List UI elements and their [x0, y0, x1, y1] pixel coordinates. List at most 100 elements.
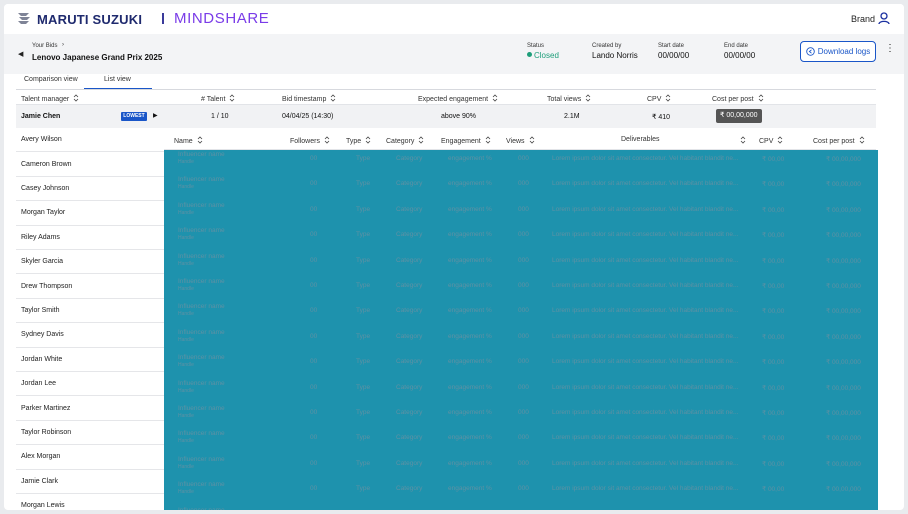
header-detail-cost-per-post[interactable]: Cost per post — [813, 136, 865, 145]
download-icon — [806, 47, 815, 56]
talent-manager-item[interactable]: Jordan Lee — [16, 372, 164, 397]
talent-manager-item[interactable]: Skyler Garcia — [16, 250, 164, 275]
header-category[interactable]: Category — [386, 136, 424, 145]
influencer-engagement: engagement % — [448, 434, 492, 442]
influencer-views: 000 — [518, 155, 529, 162]
influencer-row: Influencer nameHandle00TypeCategoryengag… — [164, 224, 878, 248]
sort-icon — [585, 94, 591, 102]
header-talent-count[interactable]: # Talent — [201, 94, 235, 103]
influencer-row: Influencer nameHandle00TypeCategoryengag… — [164, 173, 878, 197]
selected-talent-row[interactable]: Jamie Chen LOWEST ▶ 1 / 10 04/04/25 (14:… — [16, 105, 876, 128]
influencer-cpv: ₹ 00,00 — [762, 460, 785, 468]
influencer-handle: Handle — [178, 159, 194, 165]
influencer-followers: 00 — [310, 434, 318, 442]
influencer-cpv: ₹ 00,00 — [762, 283, 785, 290]
talent-manager-item[interactable]: Alex Morgan — [16, 445, 164, 470]
influencer-deliverables: Lorem ipsum dolor sit amet consectetur. … — [552, 256, 739, 264]
brand-menu-link[interactable]: Brand — [851, 14, 875, 24]
header-engagement[interactable]: Engagement — [441, 136, 491, 145]
influencer-followers: 00 — [310, 282, 318, 289]
influencer-name: Influencer name — [178, 151, 225, 158]
influencer-cost-per-post: ₹ 00,00,000 — [826, 460, 861, 468]
influencer-views: 000 — [518, 231, 529, 239]
more-options-icon[interactable]: ⋮ — [885, 44, 895, 54]
header-views[interactable]: Views — [506, 136, 535, 145]
influencer-deliverables: Lorem ipsum dolor sit amet consectetur. … — [552, 231, 739, 239]
influencer-handle: Handle — [178, 463, 194, 470]
influencer-row: Influencer nameHandle00TypeCategoryengag… — [164, 351, 878, 375]
talent-manager-item[interactable]: Jamie Clark — [16, 470, 164, 494]
header-followers[interactable]: Followers — [290, 136, 330, 145]
talent-manager-item[interactable]: Parker Martinez — [16, 396, 164, 421]
influencer-handle: Handle — [178, 336, 194, 343]
header-cpv[interactable]: CPV — [647, 94, 671, 103]
influencer-category: Category — [396, 332, 423, 340]
talent-manager-item[interactable]: Morgan Lewis — [16, 494, 164, 510]
influencer-cpv: ₹ 00,00 — [762, 410, 785, 417]
influencer-deliverables: Lorem ipsum dolor sit amet consectetur. … — [552, 459, 739, 467]
influencer-name: Influencer name — [178, 354, 225, 362]
header-talent-manager[interactable]: Talent manager — [21, 94, 79, 103]
header-deliverables[interactable]: Deliverables — [621, 136, 660, 143]
influencer-handle: Handle — [178, 413, 194, 419]
header-total-views[interactable]: Total views — [547, 94, 591, 103]
influencer-followers: 00 — [310, 332, 318, 340]
back-arrow-icon[interactable]: ◀ — [18, 50, 23, 58]
talent-manager-item[interactable]: Riley Adams — [16, 226, 164, 250]
talent-manager-item[interactable]: Taylor Robinson — [16, 421, 164, 446]
breadcrumb[interactable]: Your Bids — [32, 43, 57, 49]
user-icon[interactable] — [878, 12, 890, 25]
influencer-cpv: ₹ 00,00 — [762, 232, 785, 240]
end-date-field: End date 00/00/00 — [724, 43, 755, 60]
talent-manager-item[interactable]: Avery Wilson — [16, 128, 164, 153]
influencer-type: Type — [356, 180, 371, 188]
influencer-category: Category — [396, 485, 423, 493]
influencer-row: Influencer nameHandle00TypeCategoryengag… — [164, 326, 878, 350]
header-cost-per-post[interactable]: Cost per post — [712, 94, 764, 103]
header-detail-cpv[interactable]: CPV — [759, 136, 783, 145]
influencer-row: Influencer nameHandle00TypeCategoryengag… — [164, 504, 878, 510]
influencer-handle: Handle — [178, 438, 194, 445]
sort-icon — [859, 136, 864, 144]
influencer-engagement: engagement % — [448, 459, 492, 467]
sort-icon — [740, 136, 746, 144]
influencer-type: Type — [356, 383, 371, 391]
header-bid-timestamp[interactable]: Bid timestamp — [282, 94, 336, 103]
tab-list-view[interactable]: List view — [104, 76, 131, 83]
header-name[interactable]: Name — [174, 136, 203, 145]
influencer-deliverables: Lorem ipsum dolor sit amet consectetur. … — [552, 383, 739, 391]
deliverables-sort[interactable] — [736, 136, 746, 145]
influencer-engagement: engagement % — [448, 383, 492, 391]
talent-manager-item[interactable]: Cameron Brown — [16, 152, 164, 177]
talent-manager-item[interactable]: Taylor Smith — [16, 299, 164, 324]
talent-manager-item[interactable]: Drew Thompson — [16, 274, 164, 299]
influencer-cost-per-post: ₹ 00,00,000 — [826, 232, 861, 240]
brand-divider — [162, 13, 164, 24]
influencer-views: 000 — [518, 434, 529, 442]
header-type[interactable]: Type — [346, 136, 371, 145]
talent-manager-item[interactable]: Morgan Taylor — [16, 201, 164, 226]
header-expected-engagement[interactable]: Expected engagement — [418, 94, 498, 103]
sort-icon — [419, 136, 424, 144]
influencer-deliverables: Lorem ipsum dolor sit amet consectetur. … — [552, 485, 739, 493]
influencer-name: Influencer name — [178, 278, 225, 285]
header-cost-per-post-label: Cost per post — [712, 96, 754, 103]
sort-icon — [365, 136, 371, 144]
influencer-handle: Handle — [178, 209, 194, 216]
influencer-cpv: ₹ 00,00 — [762, 156, 785, 163]
talent-manager-item[interactable]: Casey Johnson — [16, 177, 164, 202]
influencer-row: Influencer nameHandle00TypeCategoryengag… — [164, 250, 878, 274]
tab-comparison-view[interactable]: Comparison view — [24, 76, 78, 83]
influencer-deliverables: Lorem ipsum dolor sit amet consectetur. … — [552, 282, 739, 289]
talent-manager-item[interactable]: Sydney Davis — [16, 323, 164, 348]
talent-manager-item[interactable]: Jordan White — [16, 348, 164, 372]
influencer-name: Influencer name — [178, 455, 225, 463]
download-logs-button[interactable]: Download logs — [800, 41, 876, 62]
chevron-right-icon[interactable]: ▶ — [153, 112, 158, 119]
influencer-row: Influencer nameHandle00TypeCategoryengag… — [164, 402, 878, 426]
header-cpv-label: CPV — [647, 96, 662, 103]
influencer-name: Influencer name — [178, 227, 225, 235]
influencer-row: Influencer nameHandle00TypeCategoryengag… — [164, 377, 878, 401]
influencer-name: Influencer name — [178, 481, 225, 489]
influencer-followers: 00 — [310, 205, 318, 213]
